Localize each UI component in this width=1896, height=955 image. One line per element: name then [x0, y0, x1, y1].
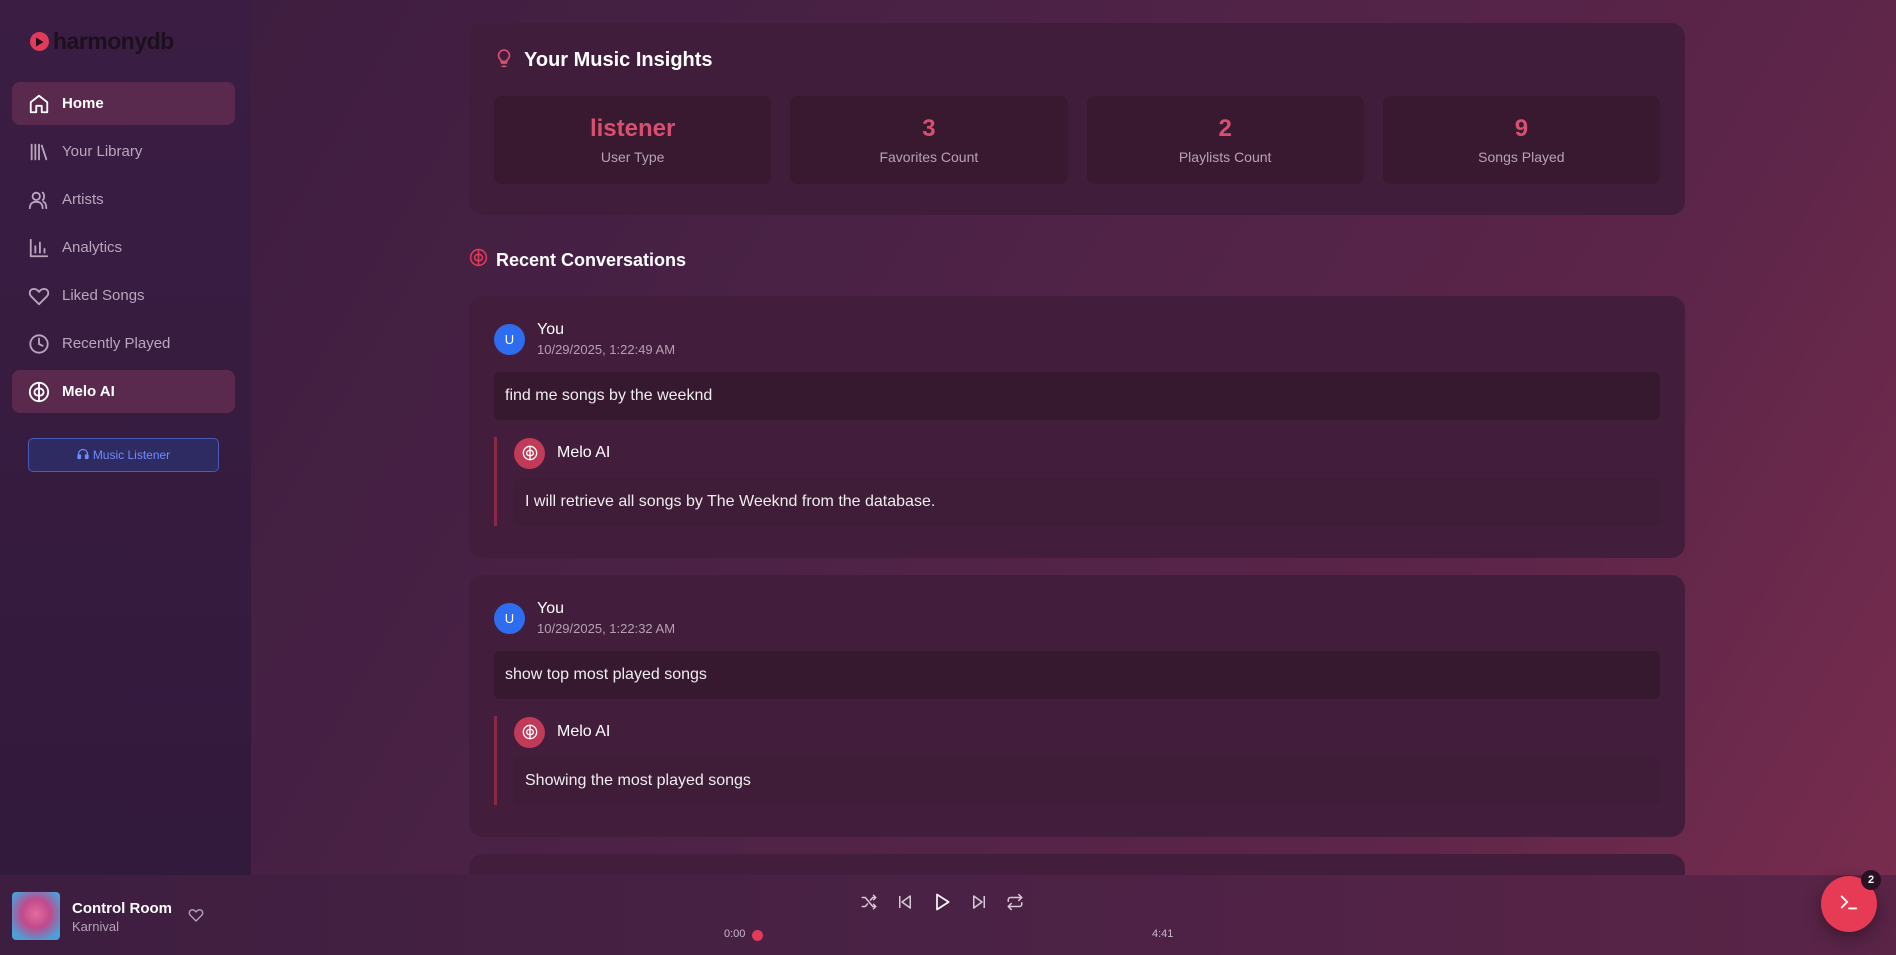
brain-icon	[469, 248, 488, 272]
sidebar-item-label: Recently Played	[62, 335, 171, 352]
recent-conversations-title: Recent Conversations	[496, 249, 687, 270]
ai-avatar-brain-icon	[514, 437, 545, 469]
stat-favorites-count: 3 Favorites Count	[790, 96, 1068, 184]
insights-title: Your Music Insights	[524, 49, 713, 71]
stat-value: 3	[922, 115, 936, 142]
conversation-card: U You 10/29/2025, 1:22:32 AM show top mo…	[469, 575, 1685, 837]
user-query: show top most played songs	[494, 651, 1660, 699]
sidebar-item-label: Analytics	[62, 239, 123, 256]
ai-response: Melo AI Showing the most played songs	[494, 716, 1660, 805]
stat-value: 2	[1218, 115, 1232, 142]
user-avatar: U	[494, 323, 525, 355]
home-icon	[28, 93, 50, 115]
sidebar-item-recently-played[interactable]: Recently Played	[12, 322, 235, 365]
sidebar-item-artists[interactable]: Artists	[12, 178, 235, 221]
ai-reply-text: Showing the most played songs	[514, 757, 1660, 805]
sidebar-item-label: Melo AI	[62, 383, 115, 400]
library-icon	[28, 141, 50, 163]
stat-label: User Type	[600, 149, 665, 165]
sidebar-item-home[interactable]: Home	[12, 82, 235, 125]
total-time: 4:41	[1152, 928, 1174, 940]
repeat-icon[interactable]	[1005, 892, 1025, 912]
ai-response-header: Melo AI	[514, 437, 1660, 469]
playback-controls	[859, 891, 1025, 913]
logo-text: harmonydb	[53, 28, 174, 54]
stat-value: listener	[589, 115, 676, 142]
stat-playlists-count: 2 Playlists Count	[1086, 96, 1364, 184]
insights-header: Your Music Insights	[494, 47, 1660, 74]
sidebar-item-liked-songs[interactable]: Liked Songs	[12, 274, 235, 317]
role-badge[interactable]: Music Listener	[28, 438, 219, 472]
ai-reply-text: I will retrieve all songs by The Weeknd …	[514, 478, 1660, 526]
ai-name: Melo AI	[557, 444, 611, 461]
next-icon[interactable]	[969, 892, 989, 912]
bar-chart-icon	[28, 237, 50, 259]
sidebar: harmonydb Home Your Library Artists Anal…	[0, 0, 251, 875]
recent-conversations-header: Recent Conversations	[469, 248, 1685, 272]
sidebar-item-label: Liked Songs	[62, 287, 145, 304]
stats-grid: listener User Type 3 Favorites Count 2 P…	[494, 96, 1660, 184]
notification-badge: 2	[1861, 870, 1881, 890]
logo-play-icon	[30, 32, 49, 51]
role-badge-label: Music Listener	[92, 448, 171, 462]
stat-user-type: listener User Type	[494, 96, 772, 184]
message-timestamp: 10/29/2025, 1:22:49 AM	[537, 342, 676, 357]
ai-name: Melo AI	[557, 723, 611, 740]
user-message-header: U You 10/29/2025, 1:22:32 AM	[494, 600, 1660, 636]
like-heart-icon[interactable]	[188, 907, 204, 928]
stat-label: Songs Played	[1478, 149, 1565, 165]
stat-value: 9	[1514, 115, 1529, 142]
sidebar-item-library[interactable]: Your Library	[12, 130, 235, 173]
main-content: Your Music Insights listener User Type 3…	[469, 23, 1685, 884]
conversation-card: U You 10/29/2025, 1:22:49 AM find me son…	[469, 296, 1685, 558]
sidebar-nav: Home Your Library Artists Analytics Like…	[12, 82, 235, 418]
brain-icon	[28, 381, 50, 403]
current-time: 0:00	[724, 928, 746, 940]
ai-response: Melo AI I will retrieve all songs by The…	[494, 437, 1660, 526]
shuffle-icon[interactable]	[859, 892, 879, 912]
terminal-icon	[1838, 891, 1860, 918]
stat-label: Favorites Count	[879, 149, 979, 165]
stat-label: Playlists Count	[1178, 149, 1272, 165]
user-name: You	[537, 321, 564, 338]
play-icon[interactable]	[931, 891, 953, 913]
user-query: find me songs by the weeknd	[494, 372, 1660, 420]
insights-card: Your Music Insights listener User Type 3…	[469, 23, 1685, 215]
sidebar-item-analytics[interactable]: Analytics	[12, 226, 235, 269]
sidebar-item-label: Your Library	[62, 143, 143, 160]
player-bar: Control Room Karnival 0:00 4:41	[0, 875, 1896, 955]
user-avatar: U	[494, 602, 525, 634]
users-icon	[28, 189, 50, 211]
previous-icon[interactable]	[895, 892, 915, 912]
album-cover[interactable]	[12, 892, 60, 940]
user-message-header: U You 10/29/2025, 1:22:49 AM	[494, 321, 1660, 357]
clock-icon	[28, 333, 50, 355]
progress-slider[interactable]	[752, 930, 763, 941]
sidebar-item-label: Artists	[62, 191, 104, 208]
sidebar-item-melo-ai[interactable]: Melo AI	[12, 370, 235, 413]
message-timestamp: 10/29/2025, 1:22:32 AM	[537, 621, 676, 636]
headphones-icon	[77, 448, 89, 463]
track-title[interactable]: Control Room	[72, 900, 172, 917]
user-name: You	[537, 600, 564, 617]
heart-icon	[28, 285, 50, 307]
ai-response-header: Melo AI	[514, 716, 1660, 748]
lightbulb-icon	[494, 47, 514, 74]
track-artist[interactable]: Karnival	[72, 919, 119, 934]
ai-avatar-brain-icon	[514, 716, 545, 748]
stat-songs-played: 9 Songs Played	[1382, 96, 1660, 184]
app-logo[interactable]: harmonydb	[30, 28, 174, 55]
sidebar-item-label: Home	[62, 95, 104, 112]
